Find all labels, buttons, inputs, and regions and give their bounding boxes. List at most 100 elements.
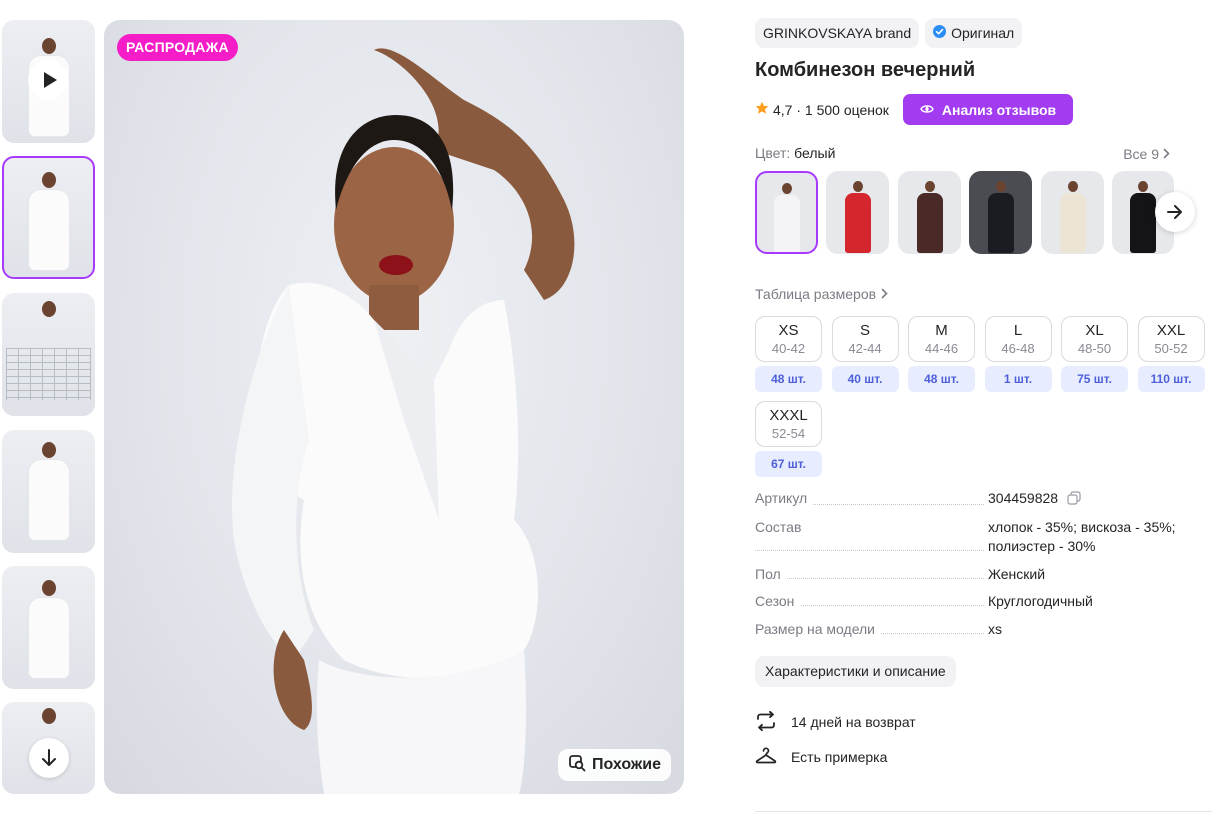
verified-check-icon xyxy=(933,18,947,48)
color-label-wrap: Цвет: белый xyxy=(755,145,835,163)
size-box[interactable]: S 42-44 xyxy=(831,316,899,362)
spec-value: Женский xyxy=(988,566,1046,582)
swatch-brown[interactable] xyxy=(898,171,961,254)
size-option-l[interactable]: L 46-48 1 шт. xyxy=(984,316,1052,392)
spec-season: Сезон Круглогодичный xyxy=(755,592,1215,611)
product-title: Комбинезон вечерний xyxy=(755,59,976,81)
size-name: M xyxy=(935,322,948,339)
all-colors-label: Все 9 xyxy=(1123,146,1159,162)
size-box[interactable]: L 46-48 xyxy=(984,316,1052,362)
size-table-label: Таблица размеров xyxy=(755,286,877,302)
swatch-white[interactable] xyxy=(755,171,818,254)
arrow-down-icon[interactable] xyxy=(29,738,69,778)
swatch-red[interactable] xyxy=(826,171,889,254)
thumbnail-photo-active[interactable] xyxy=(2,156,95,279)
spec-label: Пол xyxy=(755,566,787,582)
thumbnail-video[interactable] xyxy=(2,20,95,143)
size-table-link[interactable]: Таблица размеров xyxy=(755,285,1215,303)
sale-badge: РАСПРОДАЖА xyxy=(117,34,238,61)
feature-return: 14 дней на возврат xyxy=(755,710,1215,733)
swatch-figure-head xyxy=(1138,181,1148,192)
size-ru: 42-44 xyxy=(848,341,882,356)
sparkle-eye-icon xyxy=(920,102,934,118)
thumbnail-size-chart[interactable] xyxy=(2,293,95,416)
similar-label: Похожие xyxy=(591,756,661,773)
copy-icon[interactable] xyxy=(1067,491,1081,510)
product-info-panel: GRINKOVSKAYA brand Оригинал Комбинезон в… xyxy=(755,18,1215,768)
model-thumb-figure xyxy=(41,442,56,458)
model-illustration xyxy=(232,48,575,794)
feature-fitting: Есть примерка xyxy=(755,746,1215,768)
model-thumb-figure xyxy=(41,708,56,724)
star-icon xyxy=(755,101,769,118)
similar-button[interactable]: Похожие xyxy=(557,749,671,781)
size-option-xl[interactable]: XL 48-50 75 шт. xyxy=(1061,316,1128,392)
arrow-right-icon[interactable] xyxy=(1155,192,1195,232)
spec-label-wrap: Сезон xyxy=(755,592,988,611)
size-stock: 48 шт. xyxy=(908,366,975,392)
thumbnail-photo[interactable] xyxy=(2,702,95,794)
model-thumb-figure-body xyxy=(28,598,69,678)
model-thumb-figure xyxy=(41,580,56,596)
size-ru: 40-42 xyxy=(771,341,806,356)
rating-row: 4,7 · 1 500 оценок Анализ отзывов xyxy=(755,94,1215,125)
spec-composition: Состав хлопок - 35%; вискоза - 35%; поли… xyxy=(755,518,1215,556)
spec-article: Артикул 304459828 xyxy=(755,489,1215,510)
size-name: XXL xyxy=(1156,322,1186,339)
size-option-xs[interactable]: XS 40-42 48 шт. xyxy=(755,316,822,392)
swatch-figure-head xyxy=(924,181,935,192)
size-ru: 44-46 xyxy=(924,341,959,356)
spec-value: xs xyxy=(988,621,1002,637)
spec-label-wrap: Артикул xyxy=(755,489,988,510)
feature-text: Есть примерка xyxy=(791,749,888,765)
feature-text: 14 дней на возврат xyxy=(791,714,916,730)
color-label: Цвет: xyxy=(755,145,791,161)
hanger-icon xyxy=(755,746,777,768)
review-analysis-button[interactable]: Анализ отзывов xyxy=(902,94,1074,125)
size-name: L xyxy=(1013,322,1023,339)
play-icon[interactable] xyxy=(28,60,68,100)
review-analysis-label: Анализ отзывов xyxy=(941,101,1057,118)
size-option-xxl[interactable]: XXL 50-52 110 шт. xyxy=(1137,316,1205,392)
size-stock: 40 шт. xyxy=(831,366,899,392)
brand-chip[interactable]: GRINKOVSKAYA brand xyxy=(755,18,920,48)
spec-value[interactable]: 304459828 xyxy=(988,490,1058,506)
size-box[interactable]: XL 48-50 xyxy=(1061,316,1128,362)
size-ru: 48-50 xyxy=(1077,341,1112,356)
size-option-xxxl[interactable]: XXXL 52-54 67 шт. xyxy=(755,401,822,477)
chevron-right-icon xyxy=(1163,146,1170,162)
swatch-black[interactable] xyxy=(969,171,1032,254)
size-stock: 1 шт. xyxy=(984,366,1052,392)
size-option-s[interactable]: S 42-44 40 шт. xyxy=(831,316,899,392)
size-ru: 46-48 xyxy=(1001,341,1035,356)
swatch-figure-head xyxy=(1067,181,1078,192)
size-selector: XS 40-42 48 шт. S 42-44 40 шт. M 44-46 4… xyxy=(755,316,1215,479)
spec-label: Сезон xyxy=(755,593,801,609)
size-box[interactable]: XXXL 52-54 xyxy=(755,401,822,447)
brand-row: GRINKOVSKAYA brand Оригинал xyxy=(755,18,1215,48)
spec-model-size: Размер на модели xs xyxy=(755,620,1215,639)
thumbnail-photo[interactable] xyxy=(2,430,95,553)
swatch-figure-body xyxy=(773,195,800,252)
size-box[interactable]: XXL 50-52 xyxy=(1137,316,1205,362)
main-product-image[interactable]: РАСПРОДАЖА Похожие xyxy=(104,20,684,794)
size-name: XS xyxy=(778,322,799,339)
size-stock: 48 шт. xyxy=(755,366,822,392)
model-thumb-figure xyxy=(41,38,56,54)
swatch-figure-head xyxy=(781,183,792,194)
thumbnail-photo[interactable] xyxy=(2,566,95,689)
size-box[interactable]: M 44-46 xyxy=(908,316,975,362)
size-ru: 50-52 xyxy=(1154,341,1188,356)
all-colors-link[interactable]: Все 9 xyxy=(1123,145,1215,163)
rating-text: 4,7 · 1 500 оценок xyxy=(773,101,889,118)
original-chip[interactable]: Оригинал xyxy=(925,18,1023,48)
size-stock: 67 шт. xyxy=(755,451,822,477)
size-box[interactable]: XS 40-42 xyxy=(755,316,822,362)
size-name: XL xyxy=(1085,322,1104,339)
swatch-figure-body xyxy=(844,193,871,253)
spec-label-wrap: Состав xyxy=(755,518,988,556)
size-option-m[interactable]: M 44-46 48 шт. xyxy=(908,316,975,392)
rating[interactable]: 4,7 · 1 500 оценок xyxy=(755,101,889,118)
swatch-cream[interactable] xyxy=(1041,171,1104,254)
description-button[interactable]: Характеристики и описание xyxy=(755,656,956,687)
